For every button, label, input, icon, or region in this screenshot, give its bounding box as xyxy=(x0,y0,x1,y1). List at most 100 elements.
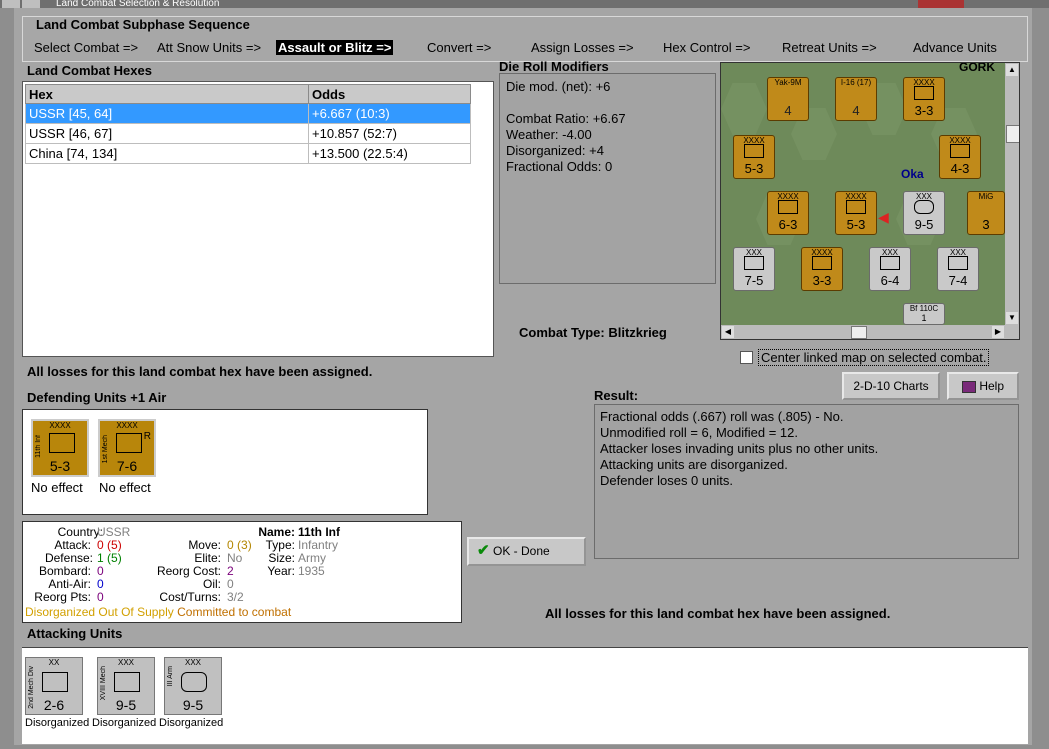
seq-step-convert[interactable]: Convert => xyxy=(427,40,491,55)
counter-value: 7-4 xyxy=(948,273,968,288)
scroll-thumb[interactable] xyxy=(851,326,867,339)
seq-step-assign-losses[interactable]: Assign Losses => xyxy=(531,40,634,55)
checkbox-label[interactable]: Center linked map on selected combat. xyxy=(758,349,990,366)
cost-turns-label: Cost/Turns: xyxy=(159,590,221,604)
charts-button[interactable]: 2-D-10 Charts xyxy=(842,372,940,400)
counter-value: 3-3 xyxy=(914,103,934,118)
defending-unit[interactable]: XXXX 11th Inf 5-3 xyxy=(31,419,89,477)
seq-step-assault-blitz[interactable]: Assault or Blitz => xyxy=(276,40,394,55)
map-counter-air[interactable]: MiG 3 xyxy=(967,191,1005,235)
reorg-cost-label: Reorg Cost: xyxy=(156,564,221,578)
unit-strength: 5-3 xyxy=(49,458,71,474)
result-panel: Fractional odds (.667) roll was (.805) -… xyxy=(594,404,1019,559)
infantry-symbol-icon xyxy=(914,86,934,100)
mini-map[interactable]: GORK Oka Yak-9M 4 I-16 (17) 4 XXXX 3-3 X… xyxy=(720,62,1020,340)
map-counter-unit[interactable]: XXXX 5-3 xyxy=(733,135,775,179)
map-label-oka: Oka xyxy=(901,167,924,181)
hex-cell[interactable]: USSR [45, 64] xyxy=(25,103,309,124)
year-value: 1935 xyxy=(298,564,325,578)
map-counter-unit[interactable]: XXX 6-4 xyxy=(869,247,911,291)
bombard-value: 0 xyxy=(97,564,104,578)
mech-symbol-icon xyxy=(42,672,68,692)
seq-step-advance[interactable]: Advance Units xyxy=(913,40,997,55)
map-counter-unit[interactable]: XXXX 3-3 xyxy=(903,77,945,121)
elite-value: No xyxy=(227,551,243,565)
unit-effect: Disorganized xyxy=(25,717,90,729)
attack-base: (5) xyxy=(107,538,122,552)
losses-assigned-message: All losses for this land combat hex have… xyxy=(545,606,891,621)
attacking-unit[interactable]: XXX XVIII Mech 9-5 xyxy=(97,657,155,715)
armor-symbol-icon xyxy=(181,672,207,692)
map-counter-air[interactable]: Yak-9M 4 xyxy=(767,77,809,121)
reorg-pts-label: Reorg Pts: xyxy=(34,590,91,604)
unit-name: 11th Inf xyxy=(35,435,42,458)
mech-symbol-icon xyxy=(116,433,142,453)
counter-value: 6-4 xyxy=(880,273,900,288)
sequence-title: Land Combat Subphase Sequence xyxy=(36,17,250,32)
help-button[interactable]: Help xyxy=(947,372,1019,400)
map-counter-unit[interactable]: XXX 7-4 xyxy=(937,247,979,291)
scroll-left-icon[interactable]: ◀ xyxy=(722,326,734,338)
unit-strength: 9-5 xyxy=(182,697,204,713)
counter-label: Bf 110C xyxy=(909,304,939,313)
map-counter-unit[interactable]: XXX 9-5 xyxy=(903,191,945,235)
table-row[interactable]: USSR [46, 67] +10.857 (52:7) xyxy=(25,123,471,144)
checkbox-box[interactable] xyxy=(740,351,753,364)
counter-label: MiG xyxy=(978,192,994,201)
map-counter-unit[interactable]: XXXX 4-3 xyxy=(939,135,981,179)
result-line: Unmodified roll = 6, Modified = 12. xyxy=(600,425,798,440)
map-counter-air[interactable]: Bf 110C 1 xyxy=(903,303,945,325)
unit-size: XXXX xyxy=(49,421,71,430)
mech-symbol-icon xyxy=(744,256,764,270)
attacking-unit[interactable]: XX 2nd Mech Div 2-6 xyxy=(25,657,83,715)
table-row[interactable]: USSR [45, 64] +6.667 (10:3) xyxy=(25,103,471,124)
column-header-hex[interactable]: Hex xyxy=(25,84,309,104)
seq-step-hex-control[interactable]: Hex Control => xyxy=(663,40,750,55)
hex-cell[interactable]: USSR [46, 67] xyxy=(25,123,309,144)
help-button-label: Help xyxy=(979,379,1005,393)
infantry-symbol-icon xyxy=(812,256,832,270)
hex-cell[interactable]: China [74, 134] xyxy=(25,143,309,164)
scroll-down-icon[interactable]: ▼ xyxy=(1006,312,1018,324)
attacking-unit[interactable]: XXX III Arm 9-5 xyxy=(164,657,222,715)
counter-value: 7-5 xyxy=(744,273,764,288)
odds-cell[interactable]: +13.500 (22.5:4) xyxy=(308,143,471,164)
checkmark-icon: ✔ xyxy=(477,542,490,559)
antiair-label: Anti-Air: xyxy=(48,577,91,591)
map-vertical-scrollbar[interactable]: ▲ ▼ xyxy=(1005,63,1019,325)
map-counter-unit[interactable]: XXXX 6-3 xyxy=(767,191,809,235)
odds-cell[interactable]: +6.667 (10:3) xyxy=(308,103,471,124)
scroll-up-icon[interactable]: ▲ xyxy=(1006,64,1018,76)
defending-units-panel: XXXX 11th Inf 5-3 No effect XXXX 1st Mec… xyxy=(22,409,428,515)
minimize-button[interactable] xyxy=(22,0,40,8)
seq-step-retreat[interactable]: Retreat Units => xyxy=(782,40,877,55)
scroll-right-icon[interactable]: ▶ xyxy=(992,326,1004,338)
map-counter-unit[interactable]: XXXX 3-3 xyxy=(801,247,843,291)
map-horizontal-scrollbar[interactable]: ◀ ▶ xyxy=(721,325,1019,339)
odds-cell[interactable]: +10.857 (52:7) xyxy=(308,123,471,144)
status-disorganized: Disorganized xyxy=(25,605,96,619)
seq-step-att-snow[interactable]: Att Snow Units => xyxy=(157,40,261,55)
size-value: Army xyxy=(298,551,326,565)
window-menu-button[interactable] xyxy=(2,0,20,8)
result-line: Defender loses 0 units. xyxy=(600,473,733,488)
attack-current: 0 xyxy=(97,538,104,552)
map-counter-unit[interactable]: XXX 7-5 xyxy=(733,247,775,291)
defending-unit[interactable]: XXXX 1st Mech R 7-6 xyxy=(98,419,156,477)
attacking-units-panel: XX 2nd Mech Div 2-6 Disorganized XXX XVI… xyxy=(22,647,1028,744)
result-line: Attacking units are disorganized. xyxy=(600,457,788,472)
seq-step-select-combat[interactable]: Select Combat => xyxy=(34,40,138,55)
ok-done-button[interactable]: ✔ OK - Done xyxy=(467,537,586,566)
attacking-title: Attacking Units xyxy=(27,626,123,641)
infantry-symbol-icon xyxy=(49,433,75,453)
cost-turns-value: 3/2 xyxy=(227,590,244,604)
map-counter-air[interactable]: I-16 (17) 4 xyxy=(835,77,877,121)
column-header-odds[interactable]: Odds xyxy=(308,84,471,104)
counter-value: 4-3 xyxy=(950,161,970,176)
table-row[interactable]: China [74, 134] +13.500 (22.5:4) xyxy=(25,143,471,164)
center-map-checkbox[interactable]: Center linked map on selected combat. xyxy=(738,349,1018,366)
map-counter-unit-selected[interactable]: XXXX 5-3 xyxy=(835,191,877,235)
unit-strength: 2-6 xyxy=(43,697,65,713)
ok-done-label: OK - Done xyxy=(493,544,550,558)
scroll-thumb[interactable] xyxy=(1006,125,1019,143)
